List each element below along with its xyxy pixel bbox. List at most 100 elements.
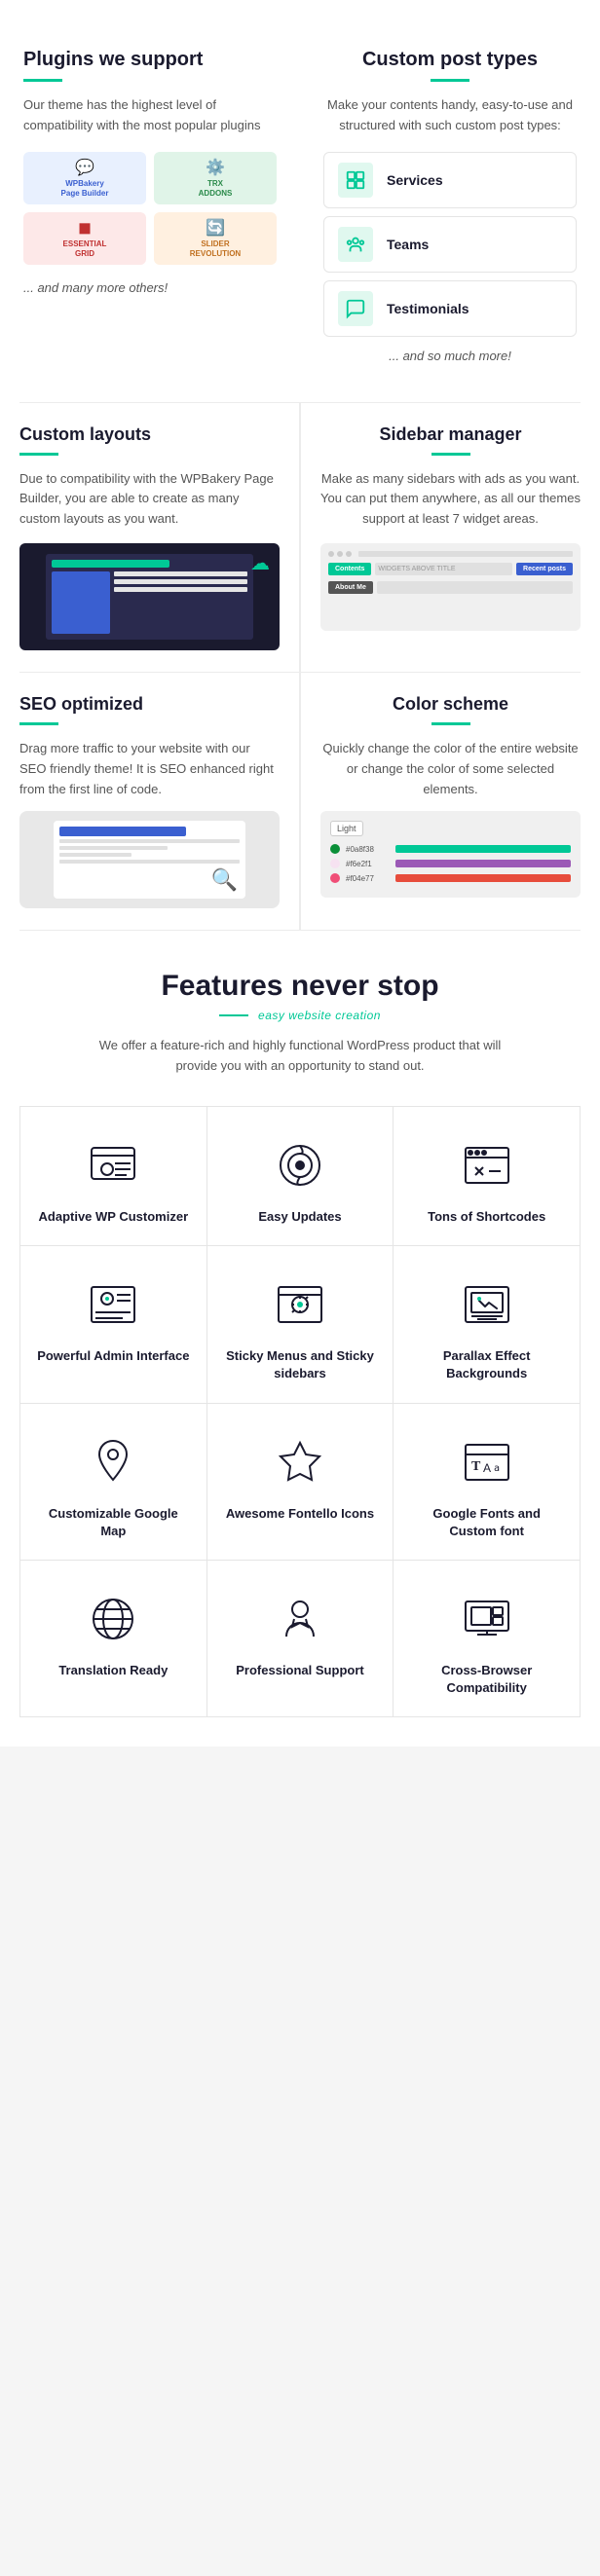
plugin-slider: 🔄 SLIDERREVOLUTION xyxy=(154,212,277,265)
feature-adaptive-label: Adaptive WP Customizer xyxy=(39,1208,189,1226)
color-scheme-title: Color scheme xyxy=(320,694,581,715)
page-wrapper: Plugins we support Our theme has the hig… xyxy=(0,0,600,1747)
color-select-box[interactable]: Light xyxy=(330,821,363,836)
seo-title: SEO optimized xyxy=(19,694,280,715)
seo-line-1 xyxy=(59,839,241,843)
sidebar-placeholder xyxy=(377,581,573,594)
feature-browser-label: Cross-Browser Compatibility xyxy=(409,1662,564,1697)
color-scheme-desc: Quickly change the color of the entire w… xyxy=(320,739,581,799)
color-scheme-green-line xyxy=(431,722,470,725)
feature-browser: Cross-Browser Compatibility xyxy=(394,1561,581,1717)
layout-content xyxy=(114,571,247,634)
sidebar-recent-btn[interactable]: Recent posts xyxy=(516,563,573,575)
color-bar-2 xyxy=(395,860,571,867)
color-scheme-section: Color scheme Quickly change the color of… xyxy=(301,673,600,930)
color-hex-2: #f6e2f1 xyxy=(346,860,390,868)
cpt-testimonials-label: Testimonials xyxy=(387,301,469,316)
feature-updates: Easy Updates xyxy=(207,1107,394,1246)
feature-translation-label: Translation Ready xyxy=(58,1662,168,1679)
feature-fonts: T A a Google Fonts and Custom font xyxy=(394,1404,581,1561)
updates-icon-wrap xyxy=(271,1136,329,1195)
color-bar-3 xyxy=(395,874,571,882)
cpt-list: Services Teams xyxy=(323,152,577,337)
sidebar-manager-section: Sidebar manager Make as many sidebars wi… xyxy=(301,403,600,672)
services-icon xyxy=(338,163,373,198)
admin-icon-wrap xyxy=(84,1275,142,1334)
color-bar-1 xyxy=(395,845,571,853)
feature-shortcodes-label: Tons of Shortcodes xyxy=(428,1208,545,1226)
feature-icons: Awesome Fontello Icons xyxy=(207,1404,394,1561)
layout-preview: ☁ xyxy=(19,543,280,650)
teams-icon xyxy=(338,227,373,262)
color-dot-2 xyxy=(330,859,340,868)
sidebar-dots xyxy=(328,551,573,557)
support-icon-wrap xyxy=(271,1590,329,1648)
sticky-icon-wrap xyxy=(271,1275,329,1334)
plugins-green-line xyxy=(23,79,62,82)
dot-2 xyxy=(337,551,343,557)
layout-inner xyxy=(46,554,254,640)
testimonials-icon xyxy=(338,291,373,326)
fonts-icon: T A a xyxy=(462,1437,512,1488)
color-dot-3 xyxy=(330,873,340,883)
color-hex-1: #0a8f38 xyxy=(346,845,390,854)
plugin-essential: ◼ ESSENTIALGRID xyxy=(23,212,146,265)
adaptive-icon xyxy=(88,1140,138,1191)
features-subtitle: easy website creation xyxy=(258,1009,381,1022)
admin-icon xyxy=(88,1279,138,1330)
dot-1 xyxy=(328,551,334,557)
layout-sidebar xyxy=(52,571,110,634)
cpt-and-more: ... and so much more! xyxy=(323,349,577,363)
sticky-icon xyxy=(275,1279,325,1330)
layout-cloud-icon: ☁ xyxy=(250,551,270,575)
cpt-green-line xyxy=(431,79,469,82)
color-preview: Light #0a8f38 #f6e2f1 #f04e77 xyxy=(320,811,581,898)
svg-text:a: a xyxy=(494,1463,500,1474)
feature-shortcodes: Tons of Shortcodes xyxy=(394,1107,581,1246)
seo-search-icon: 🔍 xyxy=(211,867,238,893)
cpt-teams-label: Teams xyxy=(387,237,429,252)
svg-text:T: T xyxy=(471,1459,481,1474)
feature-icons-label: Awesome Fontello Icons xyxy=(226,1505,374,1523)
feature-admin-label: Powerful Admin Interface xyxy=(37,1347,189,1365)
seo-line-3 xyxy=(59,853,131,857)
feature-fonts-label: Google Fonts and Custom font xyxy=(409,1505,564,1540)
content-bar-2 xyxy=(114,579,247,584)
feature-updates-label: Easy Updates xyxy=(258,1208,341,1226)
color-bar-row-2: #f6e2f1 xyxy=(330,859,571,868)
sidebar-above-btn: WIDGETS ABOVE TITLE xyxy=(375,563,512,575)
plugin-trx: ⚙️ TRXADDONS xyxy=(154,152,277,204)
svg-text:A: A xyxy=(483,1461,491,1475)
updates-icon xyxy=(275,1140,325,1191)
feature-admin: Powerful Admin Interface xyxy=(20,1246,207,1403)
cpt-teams: Teams xyxy=(323,216,577,273)
content-bar-1 xyxy=(114,571,247,576)
features-section: Features never stop easy website creatio… xyxy=(0,931,600,1747)
plugins-desc: Our theme has the highest level of compa… xyxy=(23,95,277,136)
layouts-green-line xyxy=(19,453,58,456)
sidebar-desc: Make as many sidebars with ads as you wa… xyxy=(320,469,581,530)
top-section: Plugins we support Our theme has the hig… xyxy=(0,0,600,402)
seo-line-2 xyxy=(59,846,168,850)
feature-map: Customizable Google Map xyxy=(20,1404,207,1561)
parallax-icon xyxy=(462,1279,512,1330)
parallax-icon-wrap xyxy=(458,1275,516,1334)
sidebar-buttons-row: Contents WIDGETS ABOVE TITLE Recent post… xyxy=(328,563,573,575)
cpt-title: Custom post types xyxy=(323,49,577,71)
custom-layouts-section: Custom layouts Due to compatibility with… xyxy=(0,403,300,672)
translation-icon-wrap xyxy=(84,1590,142,1648)
sidebar-title: Sidebar manager xyxy=(320,424,581,445)
seo-section: SEO optimized Drag more traffic to your … xyxy=(0,673,300,930)
color-hex-3: #f04e77 xyxy=(346,874,390,883)
features-line xyxy=(219,1014,248,1016)
layout-bars-row xyxy=(52,571,248,634)
layouts-desc: Due to compatibility with the WPBakery P… xyxy=(19,469,280,530)
shortcodes-icon-wrap xyxy=(458,1136,516,1195)
features-title: Features never stop xyxy=(19,970,581,1003)
color-bar-row-1: #0a8f38 xyxy=(330,844,571,854)
custom-post-types-section: Custom post types Make your contents han… xyxy=(300,29,600,383)
sidebar-contents-btn[interactable]: Contents xyxy=(328,563,371,575)
seo-color-section: SEO optimized Drag more traffic to your … xyxy=(0,673,600,930)
support-icon xyxy=(275,1594,325,1644)
sidebar-about-btn[interactable]: About Me xyxy=(328,581,373,594)
